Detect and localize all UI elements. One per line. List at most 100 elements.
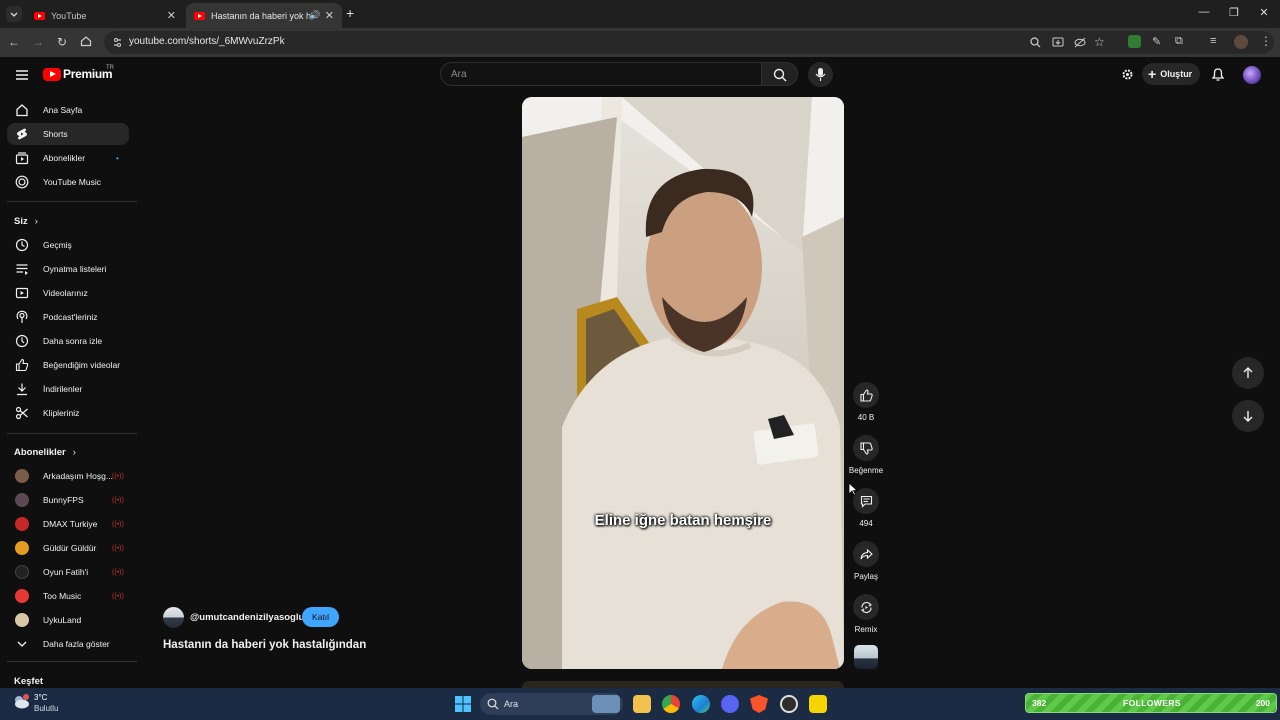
- account-avatar[interactable]: [1243, 66, 1261, 84]
- sidebar-item-shorts[interactable]: Shorts: [7, 123, 129, 145]
- subscription-item[interactable]: Oyun Fatih'i ((•)): [7, 561, 129, 583]
- minimize-button[interactable]: —: [1194, 6, 1214, 18]
- sidebar-item-home[interactable]: Ana Sayfa: [7, 99, 129, 121]
- brave-icon[interactable]: [750, 695, 768, 713]
- sidebar-item-liked-videos[interactable]: Beğendiğim videolar: [7, 354, 129, 376]
- profile-avatar[interactable]: [1234, 35, 1248, 49]
- file-explorer-icon[interactable]: [633, 695, 651, 713]
- sidebar-item-clips[interactable]: Klipleriniz: [7, 402, 129, 424]
- search-button[interactable]: [762, 62, 798, 86]
- new-tab-button[interactable]: +: [346, 6, 354, 20]
- sidebar-item-youtube-music[interactable]: YouTube Music: [7, 171, 129, 193]
- hamburger-menu-icon[interactable]: [15, 69, 29, 81]
- browser-menu-icon[interactable]: ⋮: [1260, 34, 1272, 48]
- address-bar[interactable]: youtube.com/shorts/_6MWvuZrzPk ☆ ✎ ⧉ ≡ ⋮: [104, 31, 1274, 54]
- speaker-icon[interactable]: 🔊: [309, 10, 320, 21]
- sidebar-subscriptions-heading[interactable]: Abonelikler ›: [14, 447, 76, 458]
- epic-games-icon[interactable]: [809, 695, 827, 713]
- close-window-button[interactable]: ✕: [1254, 6, 1274, 19]
- search-input[interactable]: Ara: [440, 62, 762, 86]
- subscription-item[interactable]: DMAX Turkiye ((•)): [7, 513, 129, 535]
- sidebar-item-label: Oynatma listeleri: [43, 264, 107, 274]
- live-indicator-icon: ((•)): [112, 520, 124, 528]
- channel-name[interactable]: @umutcandenizilyasoglu: [190, 612, 304, 623]
- back-button[interactable]: ←: [6, 35, 22, 49]
- thumbs-down-icon: [859, 441, 873, 455]
- subscription-item[interactable]: Arkadaşım Hoşg... ((•)): [7, 465, 129, 487]
- channel-avatar: [15, 565, 29, 579]
- section-label: Siz: [14, 216, 28, 227]
- join-button[interactable]: Katıl: [302, 607, 339, 627]
- tab-youtube[interactable]: YouTube ✕: [26, 3, 184, 28]
- previous-short-button[interactable]: [1232, 357, 1264, 389]
- tab-current-short[interactable]: Hastanın da haberi yok has 🔊 ✕: [186, 3, 342, 28]
- sidebar-item-subscriptions[interactable]: Abonelikler •: [7, 147, 129, 169]
- remix-button[interactable]: [853, 594, 879, 620]
- channel-avatar[interactable]: [163, 607, 184, 628]
- tab-search-dropdown[interactable]: [6, 6, 22, 22]
- extensions-puzzle-icon[interactable]: ⧉: [1175, 35, 1183, 48]
- mouse-cursor-icon: [848, 482, 858, 496]
- taskbar-search-box[interactable]: Ara: [480, 693, 623, 715]
- live-indicator-icon: ((•)): [112, 568, 124, 576]
- create-button[interactable]: + Oluştur: [1142, 63, 1200, 85]
- short-title[interactable]: Hastanın da haberi yok hastalığından: [163, 639, 366, 651]
- url-text: youtube.com/shorts/_6MWvuZrzPk: [129, 36, 285, 47]
- youtube-logo-icon[interactable]: [43, 68, 61, 81]
- close-tab-icon[interactable]: ✕: [325, 9, 334, 22]
- reload-button[interactable]: ↻: [54, 35, 70, 49]
- forward-button[interactable]: →: [30, 35, 46, 49]
- edge-icon[interactable]: [692, 695, 710, 713]
- restore-button[interactable]: ❐: [1224, 6, 1244, 19]
- show-more-button[interactable]: Daha fazla göster: [7, 633, 129, 655]
- bell-icon[interactable]: [1211, 67, 1225, 82]
- media-control-icon[interactable]: ≡: [1210, 35, 1216, 47]
- youtube-favicon-icon: [34, 11, 45, 20]
- sidebar-item-history[interactable]: Geçmiş: [7, 234, 129, 256]
- pen-extension-icon[interactable]: ✎: [1152, 35, 1161, 48]
- cloudy-weather-icon[interactable]: [11, 693, 31, 711]
- home-button[interactable]: [78, 35, 94, 50]
- logo-text[interactable]: Premium: [63, 67, 113, 81]
- sidebar-you-heading[interactable]: Siz ›: [14, 216, 38, 227]
- sidebar-item-label: Beğendiğim videolar: [43, 360, 121, 370]
- subscription-item[interactable]: BunnyFPS ((•)): [7, 489, 129, 511]
- sidebar-item-podcasts[interactable]: Podcast'leriniz: [7, 306, 129, 328]
- discord-icon[interactable]: [721, 695, 739, 713]
- chrome-icon[interactable]: [662, 695, 680, 713]
- youtube-masthead: Premium TR Ara + Oluştur: [0, 57, 1280, 93]
- sidebar-item-downloads[interactable]: İndirilenler: [7, 378, 129, 400]
- site-info-icon[interactable]: [112, 37, 123, 48]
- shorts-icon: [17, 128, 27, 140]
- next-short-peek[interactable]: [522, 681, 844, 688]
- next-short-button[interactable]: [1232, 400, 1264, 432]
- browser-tab-strip: YouTube ✕ Hastanın da haberi yok has 🔊 ✕…: [0, 0, 1280, 28]
- channel-thumbnail[interactable]: [854, 645, 878, 669]
- share-button[interactable]: [853, 541, 879, 567]
- logo-region: TR: [106, 65, 114, 71]
- gear-sparkle-icon[interactable]: [1120, 67, 1135, 82]
- voice-search-button[interactable]: [808, 62, 833, 87]
- zoom-icon[interactable]: [1030, 37, 1041, 48]
- subscription-item[interactable]: UykuLand: [7, 609, 129, 631]
- video-caption: Eline iğne batan hemşire: [594, 512, 772, 529]
- subscription-label: UykuLand: [43, 615, 82, 625]
- close-tab-icon[interactable]: ✕: [167, 9, 176, 22]
- install-app-icon[interactable]: [1052, 37, 1064, 48]
- subscription-item[interactable]: Güldür Güldür ((•)): [7, 537, 129, 559]
- eye-off-icon[interactable]: [1074, 37, 1086, 48]
- start-button[interactable]: [454, 695, 472, 713]
- dislike-button[interactable]: [853, 435, 879, 461]
- sidebar-item-playlists[interactable]: Oynatma listeleri: [7, 258, 129, 280]
- like-button[interactable]: [853, 382, 879, 408]
- subscription-item[interactable]: Too Music ((•)): [7, 585, 129, 607]
- subscription-label: Too Music: [43, 591, 82, 601]
- subscription-label: Arkadaşım Hoşg...: [43, 471, 113, 481]
- bookmark-star-icon[interactable]: ☆: [1094, 35, 1105, 49]
- extension-shield-icon[interactable]: [1128, 35, 1141, 48]
- obs-icon[interactable]: [780, 695, 798, 713]
- sidebar-item-your-videos[interactable]: Videolarınız: [7, 282, 129, 304]
- sidebar-item-watch-later[interactable]: Daha sonra izle: [7, 330, 129, 352]
- sidebar-divider: [7, 661, 137, 662]
- short-video-player[interactable]: Eline iğne batan hemşire: [522, 97, 844, 669]
